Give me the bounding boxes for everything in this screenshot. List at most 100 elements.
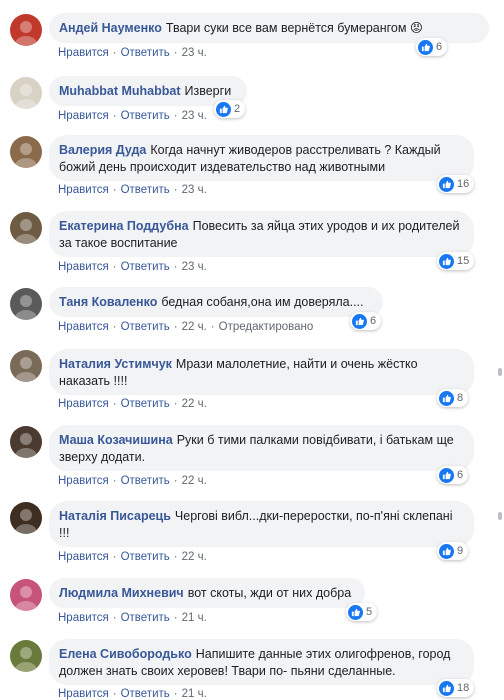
separator: · [173, 184, 178, 196]
like-reaction-icon [439, 253, 454, 269]
comment-author[interactable]: Людмила Михневич [59, 586, 184, 600]
reply-button[interactable]: Ответить [121, 551, 170, 563]
separator: · [112, 688, 117, 700]
avatar[interactable] [10, 579, 42, 611]
comment-author[interactable]: Андей Науменко [59, 21, 162, 35]
separator: · [112, 184, 117, 196]
reply-button[interactable]: Ответить [121, 261, 170, 273]
reply-button[interactable]: Ответить [121, 184, 170, 196]
comment-timestamp[interactable]: 23 ч. [182, 184, 207, 196]
like-button[interactable]: Нравится [58, 47, 109, 59]
comment-timestamp[interactable]: 21 ч. [182, 612, 207, 624]
avatar[interactable] [10, 136, 42, 168]
comment-timestamp[interactable]: 22 ч. [182, 551, 207, 563]
reaction-count: 2 [234, 103, 241, 115]
comment-timestamp[interactable]: 23 ч. [182, 261, 207, 273]
separator: · [112, 321, 117, 333]
like-button[interactable]: Нравится [58, 321, 109, 333]
comment-author[interactable]: Маша Козачишина [59, 433, 173, 447]
reaction-count-badge[interactable]: 5 [346, 603, 378, 621]
reply-button[interactable]: Ответить [121, 398, 170, 410]
reaction-count-badge[interactable]: 9 [437, 542, 469, 560]
separator: · [173, 475, 178, 487]
comment-bubble: Елена Сивобородько Напишите данные этих о… [49, 639, 474, 685]
avatar[interactable] [10, 426, 42, 458]
reaction-count-badge[interactable]: 15 [437, 252, 475, 270]
comment-bubble: Маша Козачишина Руки б тими палками повід… [49, 425, 474, 471]
like-button[interactable]: Нравится [58, 612, 109, 624]
comment-text: вот скоты, жди от них добра [187, 586, 352, 600]
reaction-count: 9 [457, 545, 464, 557]
comment-bubble: Валерия Дуда Когда начнут живодеров расст… [49, 135, 474, 181]
scrollbar-marker[interactable] [498, 512, 502, 520]
separator: · [173, 110, 178, 122]
reaction-count: 6 [370, 315, 377, 327]
reaction-count-badge[interactable]: 2 [214, 100, 246, 118]
like-reaction-icon [348, 604, 363, 620]
comment-author[interactable]: Наталия Устимчук [59, 357, 172, 371]
comment-timestamp[interactable]: 22 ч. [182, 398, 207, 410]
reply-button[interactable]: Ответить [121, 688, 170, 700]
reaction-count-badge[interactable]: 6 [416, 38, 448, 56]
like-reaction-icon [439, 680, 454, 696]
comment-timestamp[interactable]: 22 ч. [182, 321, 207, 333]
separator: · [173, 612, 178, 624]
reaction-count-badge[interactable]: 6 [437, 466, 469, 484]
avatar[interactable] [10, 288, 42, 320]
avatar[interactable] [10, 14, 42, 46]
comment-timestamp[interactable]: 21 ч. [182, 688, 207, 700]
like-reaction-icon [439, 467, 454, 483]
like-reaction-icon [352, 313, 367, 329]
comment-author[interactable]: Таня Коваленко [59, 295, 157, 309]
scrollbar-marker[interactable] [498, 368, 502, 376]
comment-actions: Нравится · Ответить · 23 ч. [58, 184, 207, 196]
reaction-count-badge[interactable]: 6 [350, 312, 382, 330]
like-button[interactable]: Нравится [58, 184, 109, 196]
like-button[interactable]: Нравится [58, 688, 109, 700]
avatar[interactable] [10, 212, 42, 244]
reaction-count: 15 [457, 255, 470, 267]
comment-actions: Нравится · Ответить · 23 ч. [58, 47, 207, 59]
separator: · [112, 261, 117, 273]
reply-button[interactable]: Ответить [121, 47, 170, 59]
reply-button[interactable]: Ответить [121, 475, 170, 487]
reply-button[interactable]: Ответить [121, 110, 170, 122]
reply-button[interactable]: Ответить [121, 612, 170, 624]
like-button[interactable]: Нравится [58, 551, 109, 563]
comment-author[interactable]: Наталія Писарець [59, 509, 171, 523]
comment-author[interactable]: Muhabbat Muhabbat [59, 84, 181, 98]
comment-actions: Нравится · Ответить · 21 ч. [58, 688, 207, 700]
like-button[interactable]: Нравится [58, 110, 109, 122]
comment-timestamp[interactable]: 23 ч. [182, 110, 207, 122]
comment-text: Изверги [184, 84, 232, 98]
reply-button[interactable]: Ответить [121, 321, 170, 333]
separator: · [112, 110, 117, 122]
avatar[interactable] [10, 502, 42, 534]
comment-author[interactable]: Валерия Дуда [59, 143, 146, 157]
separator: · [173, 551, 178, 563]
avatar[interactable] [10, 350, 42, 382]
comment-author[interactable]: Екатерина Поддубна [59, 219, 189, 233]
comment-text: бедная собаня,она им доверяла.... [161, 295, 364, 309]
reaction-count-badge[interactable]: 16 [437, 175, 475, 193]
reaction-count-badge[interactable]: 8 [437, 389, 469, 407]
comment-timestamp[interactable]: 22 ч. [182, 475, 207, 487]
reaction-count: 6 [457, 469, 464, 481]
reaction-count-badge[interactable]: 18 [437, 679, 475, 697]
comment-actions: Нравится · Ответить · 22 ч. [58, 475, 207, 487]
avatar[interactable] [10, 640, 42, 672]
like-button[interactable]: Нравится [58, 398, 109, 410]
avatar[interactable] [10, 77, 42, 109]
like-button[interactable]: Нравится [58, 475, 109, 487]
comment-actions: Нравится · Ответить · 21 ч. [58, 612, 207, 624]
like-button[interactable]: Нравится [58, 261, 109, 273]
comment-actions: Нравится · Ответить · 22 ч. [58, 551, 207, 563]
reaction-count: 16 [457, 178, 470, 190]
comment-author[interactable]: Елена Сивобородько [59, 647, 192, 661]
separator: · [173, 321, 178, 333]
reaction-count: 6 [436, 41, 443, 53]
comment-timestamp[interactable]: 23 ч. [182, 47, 207, 59]
separator: · [112, 47, 117, 59]
like-reaction-icon [439, 543, 454, 559]
comment-actions: Нравится · Ответить · 22 ч. [58, 398, 207, 410]
